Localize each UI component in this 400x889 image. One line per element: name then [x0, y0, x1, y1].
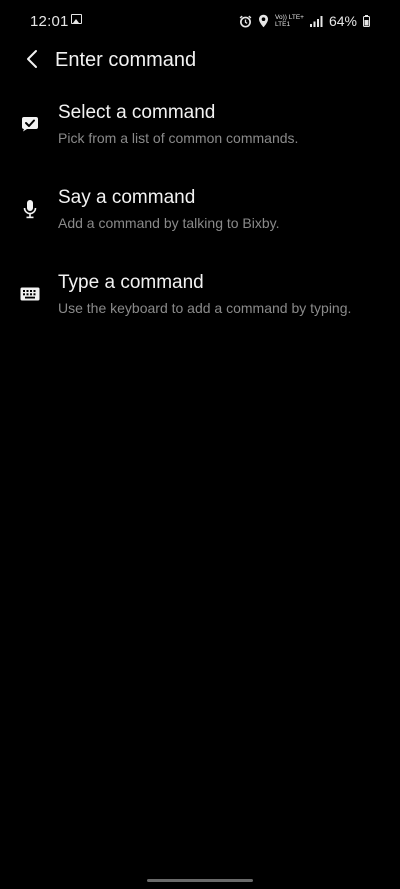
option-title: Type a command [58, 272, 204, 293]
page-title: Enter command [55, 49, 197, 71]
battery-percentage: 64% [328, 13, 357, 29]
option-say-command[interactable]: Say a command Add a command by talking t… [0, 177, 400, 262]
option-title: Say a command [58, 187, 196, 208]
option-description: Add a command by talking to Bixby. [58, 215, 280, 231]
location-icon [258, 14, 269, 28]
option-select-command[interactable]: Select a command Pick from a list of com… [0, 92, 400, 177]
microphone-icon [20, 199, 40, 219]
status-icons: Vo)) LTE+ LTE1 64% [239, 11, 370, 31]
home-gesture-bar[interactable] [147, 879, 253, 882]
option-type-command[interactable]: Type a command Use the keyboard to add a… [0, 262, 400, 347]
network-label-top: Vo)) LTE+ [275, 14, 304, 21]
app-bar: Enter command [0, 40, 400, 82]
status-time: 12:01 [30, 13, 69, 30]
signal-icon [309, 15, 323, 27]
gallery-icon [71, 14, 82, 24]
alarm-icon [239, 15, 252, 28]
option-description: Pick from a list of common commands. [58, 130, 299, 146]
keyboard-icon [20, 284, 40, 304]
network-label-bottom: LTE1 [275, 21, 291, 28]
checkmark-bubble-icon [20, 114, 40, 134]
back-button[interactable] [18, 48, 46, 74]
battery-icon [363, 15, 370, 27]
option-title: Select a command [58, 102, 216, 123]
chevron-left-icon [25, 49, 39, 74]
command-options-list: Select a command Pick from a list of com… [0, 92, 400, 347]
status-bar: 12:01 Vo)) LTE+ LTE1 64% [0, 0, 400, 44]
option-description: Use the keyboard to add a command by typ… [58, 300, 352, 316]
network-label: Vo)) LTE+ LTE1 [275, 14, 304, 28]
